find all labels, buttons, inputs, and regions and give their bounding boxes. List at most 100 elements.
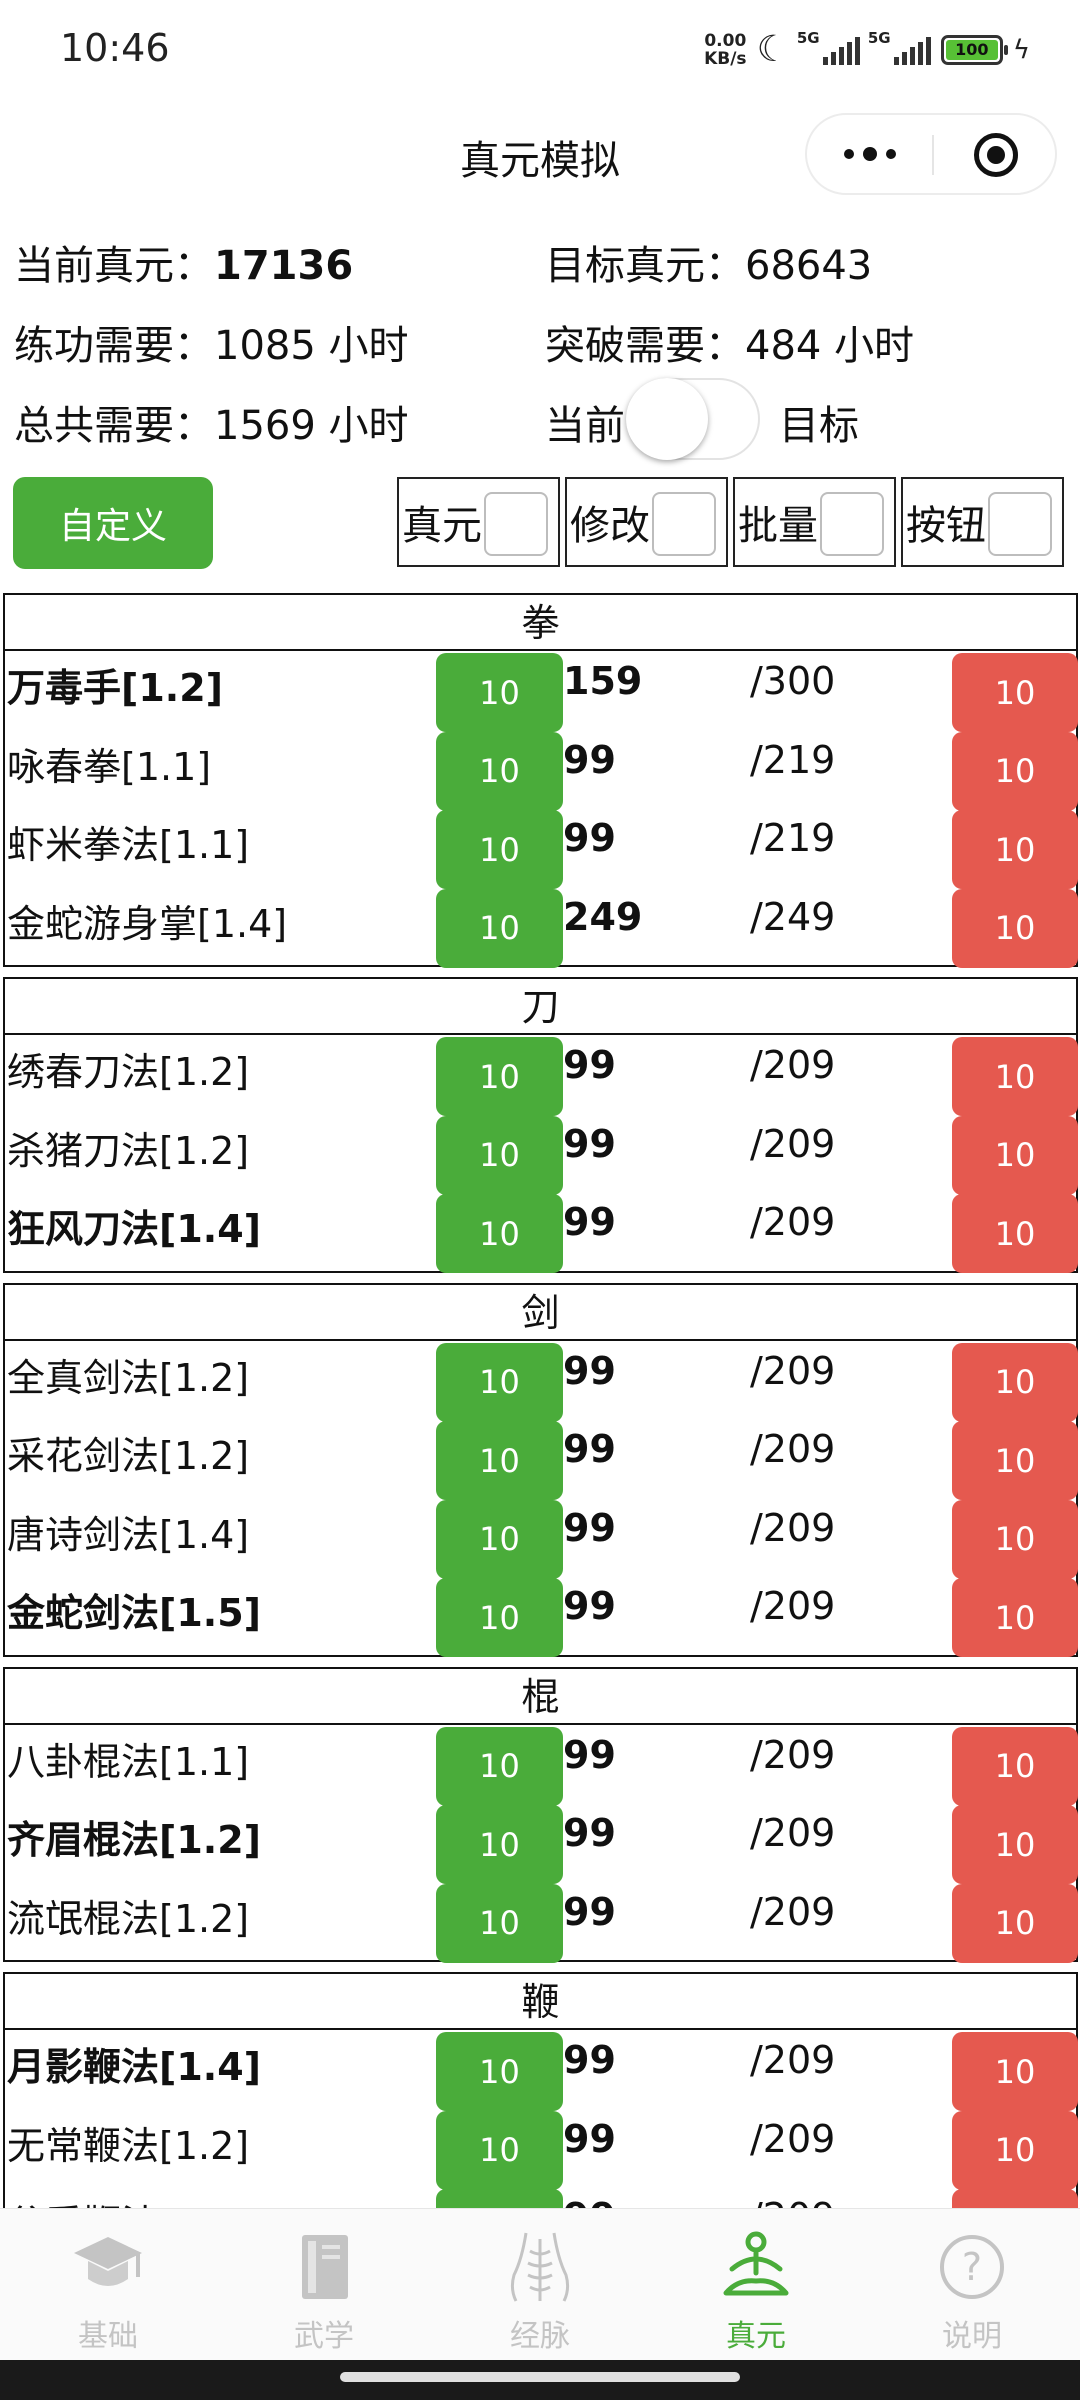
skill-list[interactable]: 拳万毒手[1.2] 10 159/300 10 咏春拳[1.1] 10 99/219 10 虾米… xyxy=(3,593,1078,2208)
breakthrough-time-label: 突破需要： xyxy=(545,323,745,369)
total-time-value: 1569 小时 xyxy=(214,403,409,449)
skill-name: 全真剑法[1.2] xyxy=(7,1355,250,1400)
toggle-knob xyxy=(626,378,708,460)
checkbox-label: 修改 xyxy=(570,503,650,549)
checkbox-box[interactable] xyxy=(484,492,548,556)
checkbox-buttons[interactable]: 按钮 xyxy=(901,477,1064,567)
miniprogram-capsule xyxy=(805,113,1057,195)
decrease-button[interactable]: 10 xyxy=(952,731,1078,811)
decrease-button[interactable]: 10 xyxy=(952,1726,1078,1806)
skill-max-level: /209 xyxy=(750,1200,836,1244)
skill-name: 绣春刀法[1.2] xyxy=(7,1050,250,1094)
skill-max-level: /219 xyxy=(750,816,836,860)
custom-button[interactable]: 自定义 xyxy=(13,477,213,569)
network-speed-value: 0.00 xyxy=(704,31,747,51)
skill-name: 金蛇游身掌[1.4] xyxy=(7,901,288,946)
do-not-disturb-moon-icon: ☾ xyxy=(756,29,789,70)
skill-max-level: /209 xyxy=(750,2116,836,2161)
decrease-button[interactable]: 10 xyxy=(952,1194,1078,1273)
status-indicators: 0.00 KB/s ☾ 5G 5G 100 ϟ xyxy=(704,28,1030,72)
network-speed: 0.00 KB/s xyxy=(704,32,746,68)
decrease-button[interactable]: 10 xyxy=(952,1421,1078,1500)
increase-button[interactable]: 10 xyxy=(436,653,563,732)
help-icon: ? xyxy=(932,2227,1012,2307)
increase-button[interactable]: 10 xyxy=(436,810,563,889)
decrease-button[interactable]: 10 xyxy=(952,1342,1078,1422)
decrease-button[interactable]: 10 xyxy=(952,2032,1078,2111)
decrease-button[interactable]: 10 xyxy=(952,1578,1078,1657)
skill-row: 咏春拳[1.1] 10 99/219 10 xyxy=(5,730,1078,811)
checkbox-zhenyuan[interactable]: 真元 xyxy=(397,477,560,567)
skill-name: 父爱鞭法[1.3] xyxy=(7,2193,249,2208)
skill-row: 齐眉棍法[1.2] 10 99/209 10 xyxy=(5,1803,1078,1884)
breakthrough-time-value: 484 小时 xyxy=(745,323,915,369)
toggle-right-label: 目标 xyxy=(779,403,859,449)
increase-button[interactable]: 10 xyxy=(436,2110,563,2190)
more-options-icon[interactable] xyxy=(807,115,932,193)
battery-icon: 100 xyxy=(940,35,1008,65)
tab-martial-arts[interactable]: 武学 xyxy=(216,2209,432,2360)
skill-current-level: 99 xyxy=(563,1889,616,1934)
skill-max-level: /209 xyxy=(750,1043,836,1087)
checkbox-box[interactable] xyxy=(652,492,716,556)
skill-max-level: /209 xyxy=(750,1889,836,1934)
skill-row: 八卦棍法[1.1] 10 99/209 10 xyxy=(5,1725,1078,1806)
decrease-button[interactable]: 10 xyxy=(952,2110,1078,2190)
increase-button[interactable]: 10 xyxy=(436,2189,563,2208)
decrease-button[interactable]: 10 xyxy=(952,1115,1078,1195)
current-zhenyuan: 当前真元：17136 xyxy=(14,233,353,291)
skill-name: 狂风刀法[1.4] xyxy=(7,1207,262,1251)
decrease-button[interactable]: 10 xyxy=(952,1883,1078,1963)
home-indicator[interactable] xyxy=(340,2372,740,2382)
increase-button[interactable]: 10 xyxy=(436,1726,563,1806)
tab-label: 真元 xyxy=(726,2319,786,2354)
increase-button[interactable]: 10 xyxy=(436,1421,563,1500)
total-time: 总共需要：1569 小时 xyxy=(14,393,409,451)
increase-button[interactable]: 10 xyxy=(436,1805,563,1884)
skill-max-level: /209 xyxy=(750,1348,836,1393)
skill-name: 金蛇剑法[1.5] xyxy=(7,1591,262,1635)
skill-row: 绣春刀法[1.2] 10 99/209 10 xyxy=(5,1035,1078,1116)
decrease-button[interactable]: 10 xyxy=(952,2189,1078,2208)
skill-max-level: /209 xyxy=(750,1584,836,1628)
decrease-button[interactable]: 10 xyxy=(952,653,1078,732)
checkbox-modify[interactable]: 修改 xyxy=(565,477,728,567)
decrease-button[interactable]: 10 xyxy=(952,888,1078,968)
skill-name: 无常鞭法[1.2] xyxy=(7,2123,250,2168)
target-zhenyuan-label: 目标真元： xyxy=(545,243,745,289)
tab-meridians[interactable]: 经脉 xyxy=(432,2209,648,2360)
close-miniprogram-icon[interactable] xyxy=(974,133,1018,177)
checkbox-label: 按钮 xyxy=(906,503,986,549)
increase-button[interactable]: 10 xyxy=(436,888,563,968)
decrease-button[interactable]: 10 xyxy=(952,1499,1078,1579)
increase-button[interactable]: 10 xyxy=(436,1578,563,1657)
increase-button[interactable]: 10 xyxy=(436,1499,563,1579)
decrease-button[interactable]: 10 xyxy=(952,1037,1078,1116)
skill-row: 杀猪刀法[1.2] 10 99/209 10 xyxy=(5,1114,1078,1195)
skill-name: 万毒手[1.2] xyxy=(7,666,224,710)
increase-button[interactable]: 10 xyxy=(436,1342,563,1422)
increase-button[interactable]: 10 xyxy=(436,1115,563,1195)
increase-button[interactable]: 10 xyxy=(436,731,563,811)
tab-zhenyuan[interactable]: 真元 xyxy=(648,2209,864,2360)
decrease-button[interactable]: 10 xyxy=(952,810,1078,889)
current-target-toggle[interactable] xyxy=(626,378,760,460)
decrease-button[interactable]: 10 xyxy=(952,1805,1078,1884)
checkbox-batch[interactable]: 批量 xyxy=(733,477,896,567)
increase-button[interactable]: 10 xyxy=(436,2032,563,2111)
skill-max-level: /209 xyxy=(750,1505,836,1550)
tab-basic[interactable]: 基础 xyxy=(0,2209,216,2360)
checkbox-box[interactable] xyxy=(820,492,884,556)
skill-max-level: /249 xyxy=(750,894,836,939)
skill-max-level: /219 xyxy=(750,737,836,782)
skill-current-level: 99 xyxy=(563,1811,616,1855)
meditation-icon xyxy=(716,2227,796,2307)
skill-max-level: /300 xyxy=(750,659,836,703)
increase-button[interactable]: 10 xyxy=(436,1883,563,1963)
tab-help[interactable]: ? 说明 xyxy=(864,2209,1080,2360)
increase-button[interactable]: 10 xyxy=(436,1037,563,1116)
checkbox-label: 真元 xyxy=(402,503,482,549)
checkbox-box[interactable] xyxy=(988,492,1052,556)
increase-button[interactable]: 10 xyxy=(436,1194,563,1273)
tab-label: 说明 xyxy=(942,2319,1002,2354)
